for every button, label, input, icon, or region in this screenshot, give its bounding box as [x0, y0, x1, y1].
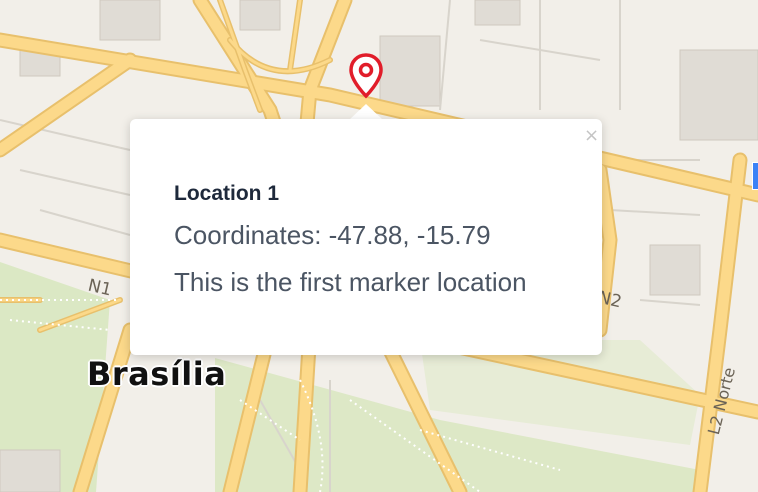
- marker-popup: × Location 1 Coordinates: -47.88, -15.79…: [130, 119, 602, 355]
- map-pin-icon[interactable]: [346, 52, 386, 100]
- close-icon[interactable]: ×: [584, 127, 599, 145]
- popup-coordinates: Coordinates: -47.88, -15.79: [174, 220, 491, 250]
- city-label: Brasília: [87, 355, 227, 393]
- popup-description: This is the first marker location: [174, 267, 527, 297]
- popup-pointer: [349, 104, 383, 120]
- popup-title: Location 1: [174, 182, 280, 205]
- offscreen-marker-indicator[interactable]: [752, 162, 758, 190]
